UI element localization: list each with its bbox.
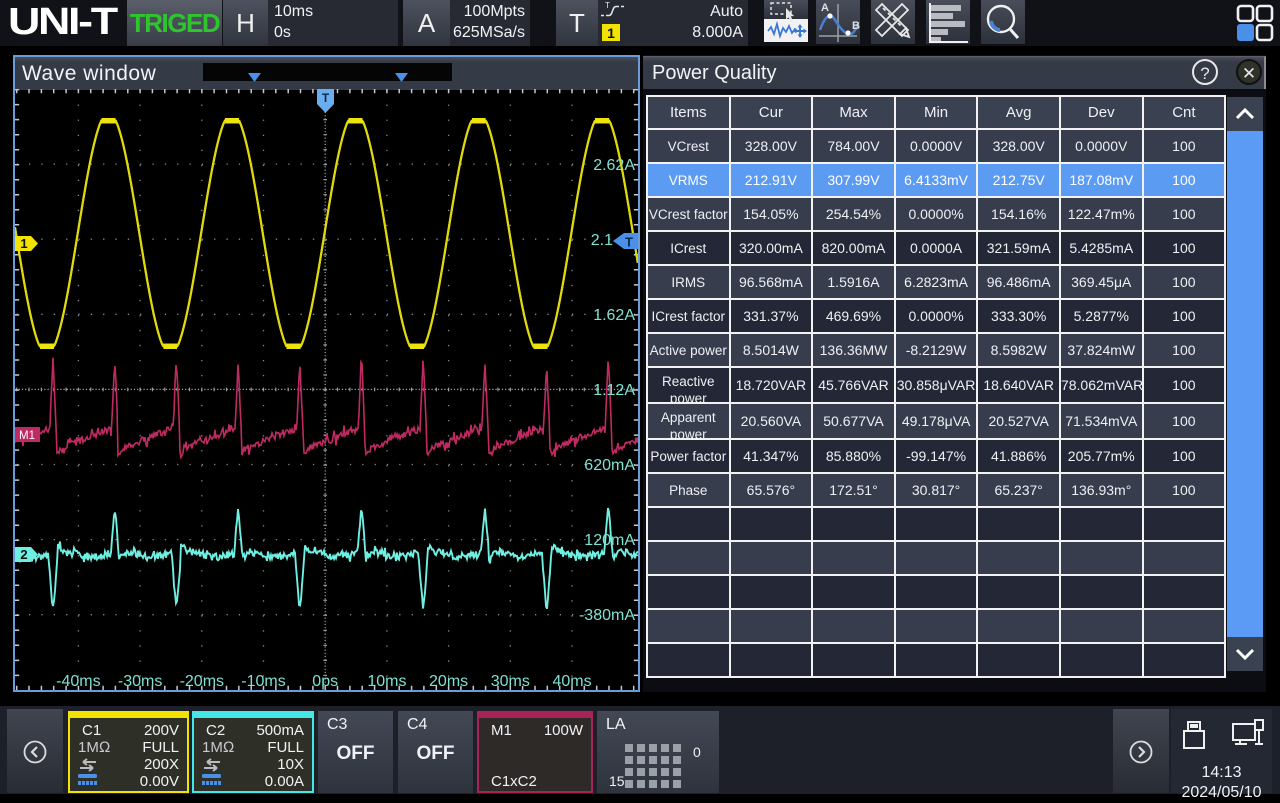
svg-text:1: 1 [20, 236, 27, 251]
svg-text:T: T [625, 235, 633, 250]
svg-text:-380mA: -380mA [579, 607, 635, 624]
svg-text:-20ms: -20ms [180, 673, 224, 690]
svg-text:40ms: 40ms [552, 673, 591, 690]
svg-text:1.62A: 1.62A [593, 307, 635, 324]
svg-text:M1: M1 [19, 430, 35, 442]
svg-text:30ms: 30ms [491, 673, 530, 690]
svg-text:B: B [852, 20, 860, 32]
svg-text:620mA: 620mA [584, 457, 635, 474]
svg-text:2.62A: 2.62A [593, 157, 635, 174]
svg-text:2.1: 2.1 [591, 232, 613, 249]
svg-text:T: T [605, 1, 610, 10]
svg-text:A: A [821, 2, 829, 14]
svg-text:1: 1 [607, 25, 615, 41]
svg-text:-30ms: -30ms [118, 673, 162, 690]
svg-text:2: 2 [20, 547, 27, 562]
svg-text:-40ms: -40ms [56, 673, 100, 690]
svg-text:10ms: 10ms [367, 673, 406, 690]
svg-text:20ms: 20ms [429, 673, 468, 690]
svg-text:120mA: 120mA [584, 532, 635, 549]
svg-text:1.12A: 1.12A [593, 382, 635, 399]
svg-text:0ps: 0ps [312, 673, 338, 690]
svg-text:T: T [322, 91, 330, 105]
svg-text:-10ms: -10ms [241, 673, 285, 690]
